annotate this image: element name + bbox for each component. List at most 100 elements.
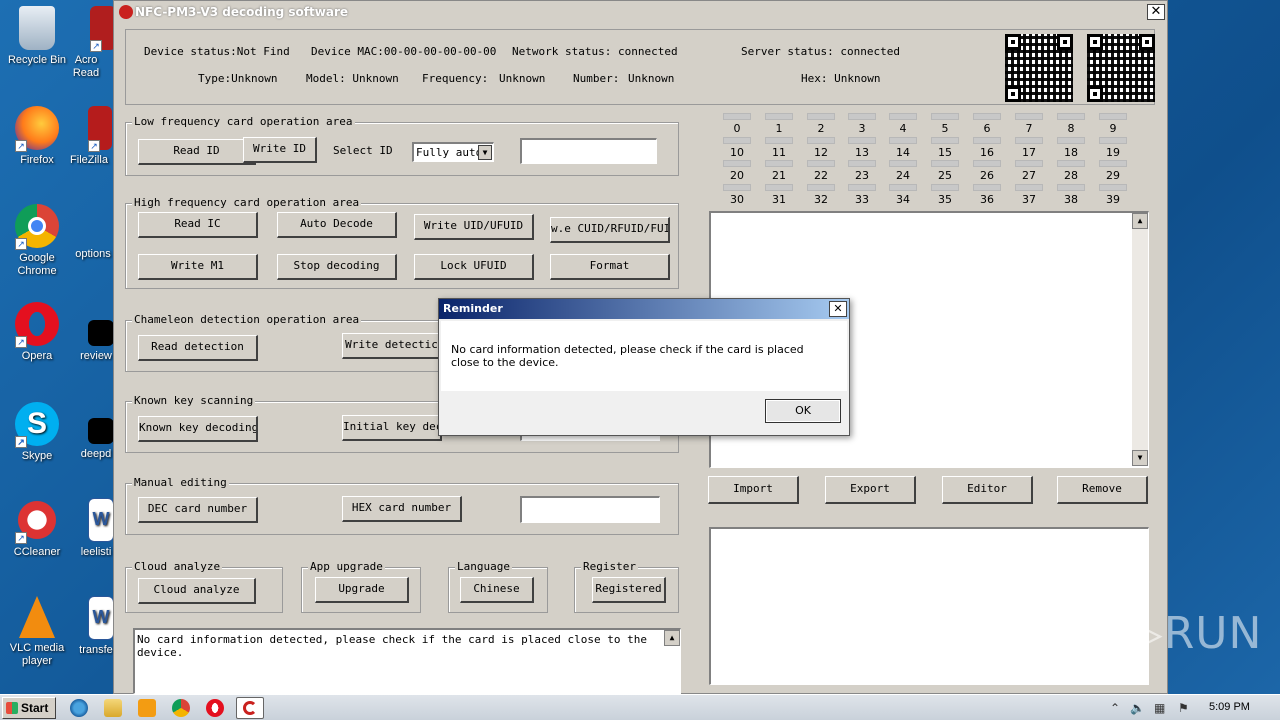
- word-doc-icon[interactable]: W leelisti: [76, 498, 116, 559]
- dialog-close-button[interactable]: ✕: [829, 301, 847, 317]
- chrome-icon[interactable]: [172, 699, 190, 717]
- network-icon[interactable]: ▦: [1154, 701, 1165, 715]
- opera-icon[interactable]: ↗ Opera: [0, 302, 74, 363]
- number-cell: 30: [723, 184, 751, 206]
- taskbar: Start ⌃ 🔈 ▦ ⚑ 5:09 PM: [0, 694, 1280, 720]
- chrome-icon[interactable]: ↗ Google Chrome: [0, 204, 74, 278]
- number-indicator: [1057, 137, 1085, 144]
- number-label: 33: [855, 193, 869, 206]
- number-label: 25: [938, 169, 952, 182]
- frequency-value: Unknown: [499, 72, 546, 85]
- number-label: 21: [772, 169, 786, 182]
- manual-card-input[interactable]: [520, 496, 660, 523]
- number-cell: 27: [1015, 160, 1043, 182]
- stop-decoding-button[interactable]: Stop decoding: [277, 254, 397, 280]
- acrobat-reader-icon[interactable]: ↗ Acro Read: [66, 6, 116, 80]
- scroll-up-button[interactable]: ▲: [1132, 213, 1148, 229]
- dec-card-number-button[interactable]: DEC card number: [138, 497, 258, 523]
- opera-icon[interactable]: [206, 699, 224, 717]
- group-legend: Chameleon detection operation area: [132, 313, 362, 326]
- vlc-icon[interactable]: VLC media player: [0, 596, 74, 668]
- format-button[interactable]: Format: [550, 254, 670, 280]
- chevron-down-icon[interactable]: ▼: [478, 145, 492, 160]
- window-close-button[interactable]: ✕: [1147, 4, 1165, 20]
- ccleaner-icon[interactable]: ↗ CCleaner: [0, 498, 74, 559]
- number-cell: 22: [807, 160, 835, 182]
- known-key-decoding-button[interactable]: Known key decoding: [138, 416, 258, 442]
- select-id-dropdown[interactable]: Fully auto ▼: [412, 142, 494, 162]
- clock[interactable]: 5:09 PM: [1209, 701, 1250, 713]
- desktop-icon-label: Opera: [21, 350, 53, 362]
- editor-button[interactable]: Editor: [942, 476, 1033, 504]
- write-detection-button[interactable]: Write detectic: [342, 333, 442, 359]
- file-icon[interactable]: review: [76, 320, 116, 363]
- device-mac: Device MAC:00-00-00-00-00-00: [311, 45, 497, 58]
- scroll-down-button[interactable]: ▼: [1132, 450, 1148, 466]
- registered-button[interactable]: Registered: [592, 577, 666, 603]
- number-indicator: [1057, 184, 1085, 191]
- vertical-scrollbar[interactable]: ▲ ▼: [1132, 213, 1148, 466]
- number-indicator: [1015, 113, 1043, 120]
- internet-explorer-icon[interactable]: [70, 699, 88, 717]
- hex-card-number-button[interactable]: HEX card number: [342, 496, 462, 522]
- number-indicator: [765, 184, 793, 191]
- recycle-bin-icon[interactable]: Recycle Bin: [0, 6, 74, 67]
- export-button[interactable]: Export: [825, 476, 916, 504]
- number-indicator: [723, 160, 751, 167]
- ok-button[interactable]: OK: [765, 399, 841, 423]
- lock-ufuid-button[interactable]: Lock UFUID: [414, 254, 534, 280]
- filezilla-icon[interactable]: ↗ FileZilla: [66, 106, 112, 167]
- import-button[interactable]: Import: [708, 476, 799, 504]
- number-indicator: [723, 137, 751, 144]
- flag-icon[interactable]: ⚑: [1178, 701, 1189, 715]
- log-textarea[interactable]: No card information detected, please che…: [133, 628, 681, 694]
- scroll-up-button[interactable]: ▲: [664, 630, 680, 646]
- output-text-area[interactable]: [709, 527, 1149, 685]
- number-cell: 3: [848, 113, 876, 135]
- file-icon[interactable]: options: [70, 248, 116, 261]
- group-legend: Known key scanning: [132, 394, 256, 407]
- firefox-icon[interactable]: ↗ Firefox: [0, 106, 74, 167]
- number-cell: 38: [1057, 184, 1085, 206]
- read-detection-button[interactable]: Read detection: [138, 335, 258, 361]
- dialog-titlebar[interactable]: Reminder: [439, 299, 849, 319]
- cloud-analyze-button[interactable]: Cloud analyze: [138, 578, 256, 604]
- dialog-body: No card information detected, please che…: [441, 321, 847, 391]
- number-label: 13: [855, 146, 869, 159]
- nfc-app-taskbar-button[interactable]: [236, 697, 264, 719]
- remove-button[interactable]: Remove: [1057, 476, 1148, 504]
- skype-icon[interactable]: S ↗ Skype: [0, 402, 74, 463]
- start-button[interactable]: Start: [2, 697, 56, 719]
- read-ic-button[interactable]: Read IC: [138, 212, 258, 238]
- qr-code-icon: [1005, 34, 1073, 102]
- group-legend: High frequency card operation area: [132, 196, 362, 209]
- low-frequency-input[interactable]: [520, 138, 657, 164]
- window-titlebar[interactable]: NFC-PM3-V3 decoding software ✕: [114, 1, 1167, 23]
- number-cell: 20: [723, 160, 751, 182]
- read-id-button[interactable]: Read ID: [138, 139, 256, 165]
- volume-icon[interactable]: 🔈: [1130, 701, 1145, 715]
- device-status: Device status:Not Find: [144, 45, 290, 58]
- number-label: 24: [896, 169, 910, 182]
- number-value: Unknown: [628, 72, 675, 85]
- initial-key-decoding-button[interactable]: Initial key deco: [342, 415, 442, 441]
- upgrade-button[interactable]: Upgrade: [315, 577, 409, 603]
- auto-decode-button[interactable]: Auto Decode: [277, 212, 397, 238]
- tray-expand-icon[interactable]: ⌃: [1110, 701, 1120, 715]
- write-cuid-button[interactable]: w.e CUID/RFUID/FUID: [550, 217, 670, 243]
- network-status: Network status: connected: [512, 45, 678, 58]
- file-icon[interactable]: deepd: [76, 418, 116, 461]
- language-chinese-button[interactable]: Chinese: [460, 577, 534, 603]
- number-cell: 36: [973, 184, 1001, 206]
- write-m1-button[interactable]: Write M1: [138, 254, 258, 280]
- folder-icon[interactable]: [104, 699, 122, 717]
- number-label: 15: [938, 146, 952, 159]
- media-player-icon[interactable]: [138, 699, 156, 717]
- number-label: 9: [1109, 122, 1117, 135]
- write-uid-button[interactable]: Write UID/UFUID: [414, 214, 534, 240]
- number-label: 4: [899, 122, 907, 135]
- write-id-button[interactable]: Write ID: [243, 137, 317, 163]
- word-doc-icon[interactable]: W transfe: [76, 596, 116, 657]
- desktop-icon-label: Acro Read: [72, 54, 100, 79]
- group-legend: Low frequency card operation area: [132, 115, 355, 128]
